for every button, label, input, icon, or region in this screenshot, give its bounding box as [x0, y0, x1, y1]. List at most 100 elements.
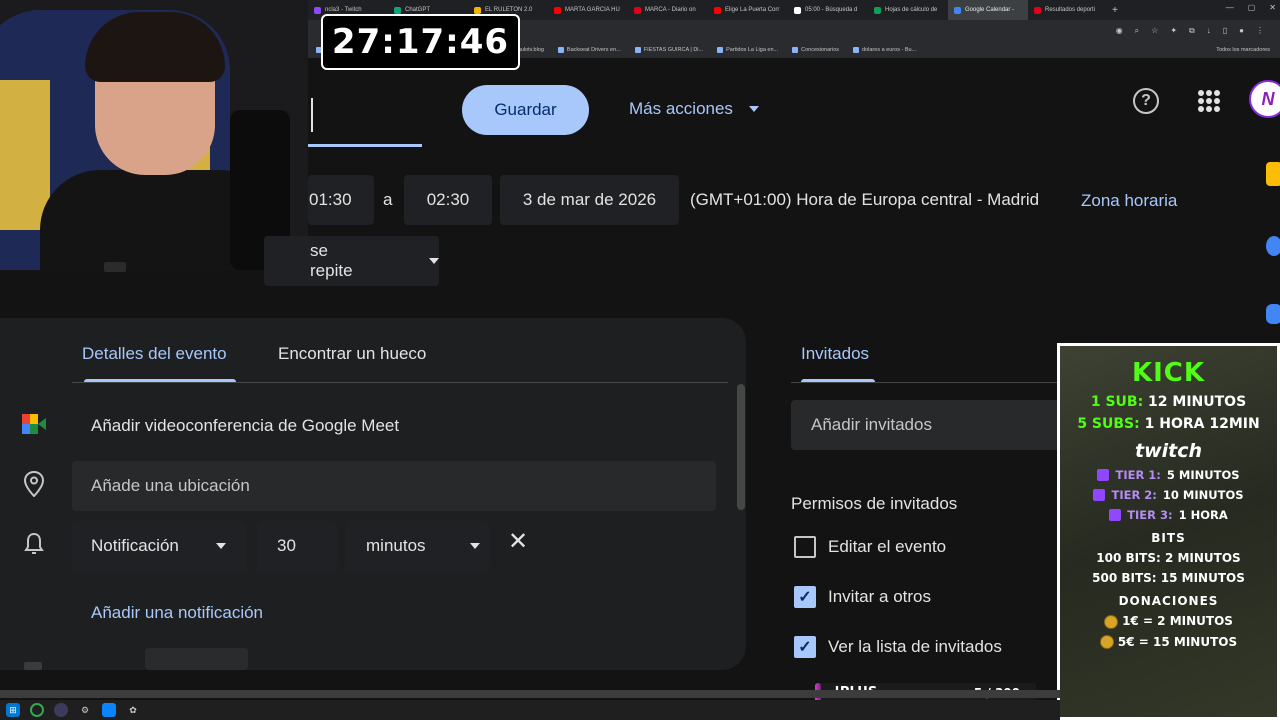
extension-icon[interactable]: ✦ [1170, 26, 1177, 36]
eye-icon[interactable]: ◉ [1116, 26, 1123, 36]
notification-type-select[interactable]: Notificación [72, 521, 246, 571]
minimize-icon[interactable]: — [1226, 3, 1234, 12]
more-actions-button[interactable]: Más acciones [629, 96, 759, 122]
chrome-icon[interactable] [30, 703, 44, 717]
bookmark-item[interactable]: Partidos La Liga en... [717, 47, 778, 53]
tab-guests[interactable]: Invitados [801, 344, 869, 364]
maximize-icon[interactable]: ▢ [1248, 3, 1256, 12]
browser-tab-label: ChatGPT [405, 7, 431, 13]
tab-favicon-icon [474, 6, 481, 14]
guest-permission-row[interactable]: ✓ Invitar a otros [794, 586, 931, 608]
add-meet-button[interactable]: Añadir videoconferencia de Google Meet [91, 416, 399, 436]
time-separator: a [383, 190, 393, 209]
notification-unit-label: minutos [366, 536, 426, 555]
tab-event-details[interactable]: Detalles del evento [82, 344, 227, 364]
tab-favicon-icon [314, 6, 321, 14]
tasks-icon[interactable] [1266, 236, 1280, 256]
obs-icon[interactable] [54, 703, 68, 717]
extension-icons: ◉ ⌕ ☆ ✦ ⧉ ↓ ▯ ● ⋮ [1116, 26, 1264, 36]
horizontal-scrollbar[interactable] [0, 690, 1060, 698]
chevron-down-icon [469, 543, 480, 549]
browser-tab[interactable]: Resultados deporti [1028, 0, 1108, 20]
all-bookmarks[interactable]: Todos los marcadores [1216, 47, 1270, 53]
permission-checkbox[interactable] [794, 536, 816, 558]
browser-tab[interactable]: Elige La Puerta Corr [708, 0, 788, 20]
donation-line-1: 1€ = 2 MINUTOS [1060, 614, 1277, 629]
browser-tab-label: Resultados deporti [1045, 7, 1096, 13]
kick-logo: KICK [1131, 358, 1206, 388]
contacts-icon[interactable] [1266, 304, 1280, 324]
permission-label: Ver la lista de invitados [828, 637, 1002, 656]
bookmark-icon [557, 47, 564, 53]
new-tab-icon[interactable]: + [1112, 5, 1118, 16]
chevron-down-icon [748, 106, 759, 112]
close-window-icon[interactable]: ✕ [1269, 3, 1276, 12]
guest-permission-row[interactable]: Editar el evento [794, 536, 946, 558]
add-notification-button[interactable]: Añadir una notificación [91, 603, 263, 623]
panel-scrollbar[interactable] [737, 384, 745, 510]
permission-label: Invitar a otros [828, 587, 931, 606]
kick-line-1: 1 SUB: 12 MINUTOS [1090, 394, 1247, 410]
settings-icon[interactable]: ⚙ [78, 703, 92, 717]
tab-find-a-time[interactable]: Encontrar un hueco [278, 344, 426, 364]
browser-tab[interactable]: MARTA GARCIA HU [548, 0, 628, 20]
browser-tab-label: EL RULETON 2.0 [485, 7, 533, 13]
keep-icon[interactable] [1266, 162, 1280, 186]
all-day-checkbox[interactable] [104, 262, 126, 272]
notification-unit-select[interactable]: minutos [347, 521, 489, 571]
browser-tab[interactable]: MARCA - Diario on [628, 0, 708, 20]
add-guests-input[interactable]: Añadir invitados [791, 400, 1071, 450]
tab-favicon-icon [1034, 6, 1041, 14]
star-icon[interactable]: ☆ [1151, 26, 1158, 36]
permission-checkbox[interactable]: ✓ [794, 586, 816, 608]
discord-icon[interactable]: ✿ [126, 703, 140, 717]
title-input-caret [311, 98, 313, 132]
coin-icon [1099, 635, 1114, 649]
bookmark-item[interactable]: dolares a euros - Bu... [853, 47, 916, 53]
permission-checkbox[interactable]: ✓ [794, 636, 816, 658]
bookmark-icon [717, 47, 724, 53]
timezone-button[interactable]: Zona horaria [1081, 191, 1177, 211]
subathon-panel: KICK 1 SUB: 12 MINUTOS 5 SUBS: 1 HORA 12… [1057, 343, 1280, 720]
profile-icon[interactable]: ● [1239, 26, 1244, 36]
location-input[interactable]: Añade una ubicación [72, 461, 716, 511]
webcam-feed [0, 0, 308, 270]
guest-permission-row[interactable]: ✓ Ver la lista de invitados [794, 636, 1002, 658]
end-date-field[interactable]: 3 de mar de 2026 [500, 175, 679, 225]
repeat-select[interactable]: se repite [264, 236, 439, 286]
end-time-field[interactable]: 02:30 [404, 175, 492, 225]
notification-amount-input[interactable]: 30 [257, 521, 337, 571]
zoom-icon[interactable]: ⌕ [1135, 26, 1139, 36]
bookmark-label: Partidos La Liga en... [726, 47, 779, 53]
help-icon[interactable]: ? [1133, 88, 1159, 114]
tab-favicon-icon [554, 6, 561, 14]
tab-favicon-icon [714, 6, 721, 14]
bookmark-label: dolares a euros - Bu... [862, 47, 917, 53]
bookmark-label: Concesionarios [801, 47, 840, 53]
avatar[interactable]: N [1249, 80, 1280, 118]
browser-tab-label: MARCA - Diario on [645, 7, 696, 13]
download-icon[interactable]: ↓ [1207, 26, 1211, 36]
bookmark-item[interactable]: Backseat Drivers en... [557, 47, 621, 53]
browser-tab[interactable]: 05:00 - Búsqueda d [788, 0, 868, 20]
browser-tab[interactable]: Google Calendar - [948, 0, 1028, 20]
sidepanel-icon[interactable]: ▯ [1223, 26, 1227, 36]
browser-tab[interactable]: Hojas de cálculo de [868, 0, 948, 20]
start-time-field[interactable]: 01:30 [308, 175, 374, 225]
more-actions-label: Más acciones [629, 99, 733, 118]
bookmark-item[interactable]: FIESTAS GUIRCA | Di... [634, 47, 703, 53]
calendar-select[interactable] [145, 648, 248, 670]
title-input-underline[interactable] [308, 144, 422, 147]
screen: ncla3 - Twitch ChatGPT EL RULETON 2.0 MARTA… [0, 0, 1280, 720]
twitch-logo: twitch [1134, 440, 1203, 462]
subathon-timer: 27:17:46 [321, 14, 520, 70]
guest-permissions-title: Permisos de invitados [791, 494, 958, 513]
menu-icon[interactable]: ⋮ [1256, 26, 1264, 36]
apps-grid-icon[interactable] [1198, 90, 1220, 112]
windows-start-icon[interactable]: ⊞ [6, 703, 20, 717]
remove-notification-icon[interactable]: ✕ [508, 530, 528, 554]
puzzle-icon[interactable]: ⧉ [1189, 26, 1195, 36]
photos-icon[interactable] [102, 703, 116, 717]
save-button[interactable]: Guardar [462, 85, 589, 135]
bookmark-item[interactable]: Concesionarios [792, 47, 839, 53]
